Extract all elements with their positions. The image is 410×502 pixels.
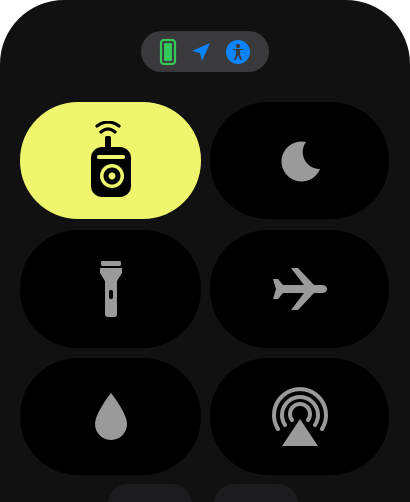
location-arrow-icon (192, 42, 210, 61)
next-row-tile-right (214, 484, 298, 502)
battery-icon (159, 38, 177, 65)
status-indicators[interactable] (141, 31, 269, 72)
airplay-icon (271, 386, 328, 446)
walkie-talkie-icon (90, 120, 131, 197)
do-not-disturb-button[interactable] (210, 102, 389, 219)
water-drop-icon (94, 392, 127, 440)
airplay-button[interactable] (210, 358, 389, 475)
airplane-icon (272, 268, 327, 310)
airplane-mode-button[interactable] (210, 230, 389, 348)
flashlight-icon (99, 261, 122, 317)
next-row-tile-left (108, 484, 192, 502)
control-center (0, 0, 410, 502)
accessibility-icon (226, 39, 250, 64)
flashlight-button[interactable] (20, 230, 201, 348)
water-lock-button[interactable] (20, 358, 201, 475)
walkie-talkie-button[interactable] (20, 102, 201, 219)
moon-icon (280, 140, 320, 181)
